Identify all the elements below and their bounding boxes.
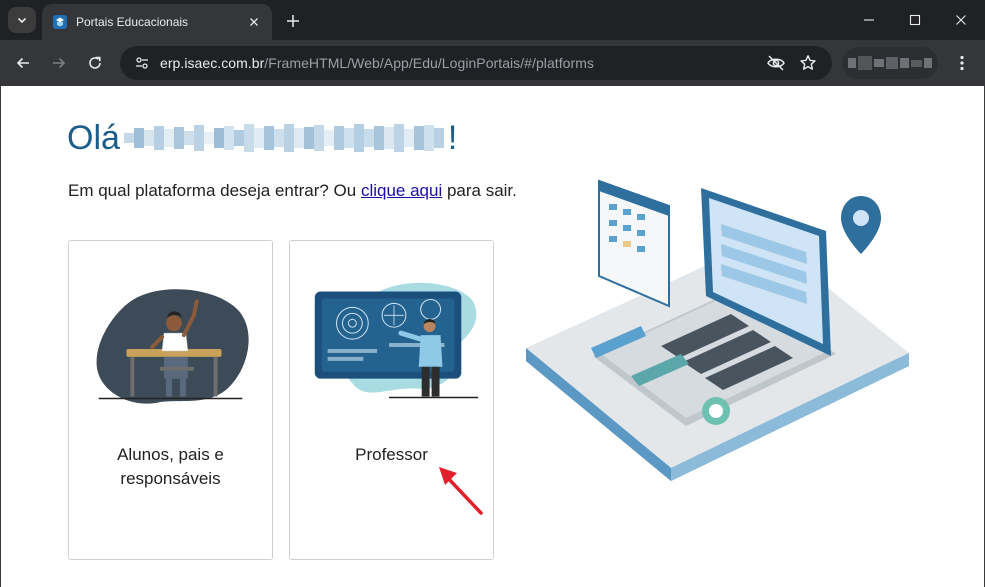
more-vertical-icon xyxy=(960,55,964,71)
profile-button[interactable] xyxy=(842,47,938,79)
tab-search-button[interactable] xyxy=(8,7,36,33)
red-arrow-annotation xyxy=(439,467,483,515)
tab-title: Portais Educacionais xyxy=(76,15,189,29)
student-label-line2: responsáveis xyxy=(120,469,221,488)
site-info-button[interactable] xyxy=(130,51,154,75)
question-tail: para sair. xyxy=(442,181,517,200)
portal-favicon-icon xyxy=(53,15,67,29)
close-icon xyxy=(250,18,258,26)
logout-link[interactable]: clique aqui xyxy=(361,181,442,200)
student-label-line1: Alunos, pais e xyxy=(117,445,224,464)
user-name-redacted xyxy=(123,121,444,155)
arrow-right-icon xyxy=(53,57,66,69)
maximize-button[interactable] xyxy=(892,0,938,40)
question-text: Em qual plataforma deseja entrar? Ou xyxy=(68,181,361,200)
url-text: erp.isaec.com.br/FrameHTML/Web/App/Edu/L… xyxy=(160,55,594,71)
minimize-button[interactable] xyxy=(846,0,892,40)
address-bar[interactable]: erp.isaec.com.br/FrameHTML/Web/App/Edu/L… xyxy=(120,46,832,80)
maximize-icon xyxy=(909,14,921,26)
url-domain: erp.isaec.com.br xyxy=(160,55,265,71)
close-window-button[interactable] xyxy=(938,0,984,40)
laptop-hero-illustration xyxy=(526,179,909,481)
active-tab[interactable]: Portais Educacionais xyxy=(42,4,272,40)
close-icon xyxy=(956,15,966,25)
plus-icon xyxy=(287,15,299,27)
new-tab-button[interactable] xyxy=(280,8,306,34)
tracking-protection-button[interactable] xyxy=(764,51,788,75)
tune-icon xyxy=(136,57,148,69)
chevron-down-icon xyxy=(17,17,27,24)
bookmark-button[interactable] xyxy=(796,51,820,75)
student-illustration xyxy=(96,289,249,404)
greeting-prefix: Olá xyxy=(67,118,120,157)
reload-icon xyxy=(89,56,101,69)
tab-strip: Portais Educacionais xyxy=(0,0,985,40)
minimize-icon xyxy=(864,19,874,21)
browser-toolbar: erp.isaec.com.br/FrameHTML/Web/App/Edu/L… xyxy=(0,40,985,86)
profile-name-redacted xyxy=(848,56,932,70)
student-portal-label: Alunos, pais e responsáveis xyxy=(69,443,272,491)
page-content: Olá ! Em qual plataforma deseja entrar? … xyxy=(0,86,985,587)
browser-menu-button[interactable] xyxy=(950,49,974,77)
tab-close-button[interactable] xyxy=(244,12,264,32)
reload-button[interactable] xyxy=(81,49,109,77)
back-button[interactable] xyxy=(9,49,37,77)
url-path: /FrameHTML/Web/App/Edu/LoginPortais/#/pl… xyxy=(264,55,594,71)
star-icon xyxy=(800,55,816,70)
forward-button[interactable] xyxy=(45,49,73,77)
greeting-heading: Olá ! xyxy=(67,116,457,160)
eye-off-icon xyxy=(767,55,785,71)
arrow-left-icon xyxy=(16,57,29,69)
student-portal-card[interactable]: Alunos, pais e responsáveis xyxy=(68,240,273,560)
platform-question: Em qual plataforma deseja entrar? Ou cli… xyxy=(68,178,518,203)
teacher-illustration xyxy=(314,282,479,399)
greeting-suffix: ! xyxy=(447,118,458,157)
